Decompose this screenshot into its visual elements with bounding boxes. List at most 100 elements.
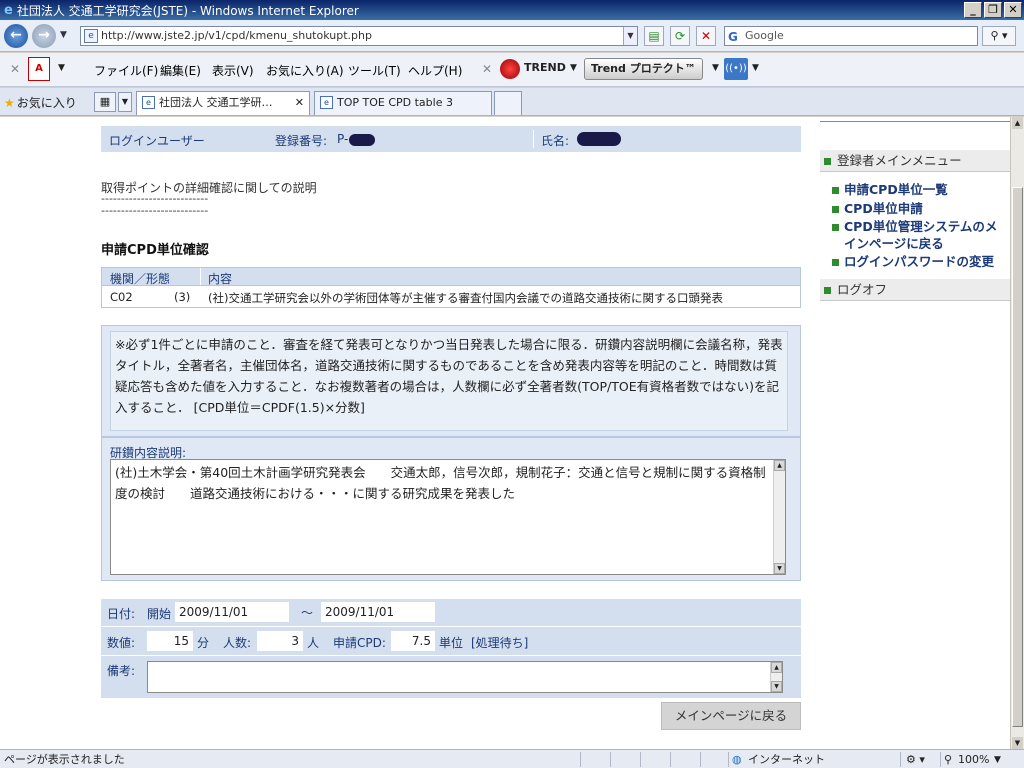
row-content: (社)交通工学研究会以外の学術団体等が主催する審査付国内会議での道路交通技術に関…	[208, 291, 723, 305]
table-header: 機関／形態 内容	[101, 267, 801, 286]
zoom-dropdown-icon[interactable]: ▼	[994, 751, 1001, 768]
back-to-main-button[interactable]: メインページに戻る	[661, 702, 801, 730]
trend-logo-text: TREND	[524, 61, 566, 74]
end-date-field[interactable]: 2009/11/01	[321, 602, 435, 622]
trend-dropdown-icon[interactable]: ▼	[570, 63, 577, 73]
tab-top-toe[interactable]: e TOP TOE CPD table 3	[314, 91, 492, 115]
remarks-label: 備考:	[107, 664, 136, 678]
address-toolbar: ← → ▼ e http://www.jste2.jp/v1/cpd/kmenu…	[0, 20, 1024, 52]
scroll-up-icon[interactable]: ▲	[771, 662, 782, 673]
trend-logo-icon	[500, 59, 520, 79]
close-trend-toolbar-icon[interactable]: ✕	[482, 62, 492, 76]
back-nav-button[interactable]: ←	[4, 24, 28, 48]
scroll-down-icon[interactable]: ▼	[771, 681, 782, 692]
registration-number-label: 登録番号:	[275, 134, 328, 148]
pdf-icon[interactable]: A	[28, 57, 50, 81]
description-value: (社)土木学会・第40回土木計画学研究発表会 交通太郎，信号次郎，規制花子：交通…	[115, 465, 766, 501]
url-input[interactable]: e http://www.jste2.jp/v1/cpd/kmenu_shuto…	[80, 26, 638, 46]
scroll-down-icon[interactable]: ▼	[1012, 737, 1023, 749]
row-code: C02	[110, 290, 133, 304]
sidebar-link-cpd-apply-label: CPD単位申請	[844, 201, 923, 216]
menu-view[interactable]: 表示(V)	[212, 62, 254, 79]
divider	[610, 752, 611, 767]
remarks-textarea[interactable]: ▲ ▼	[147, 661, 783, 693]
favorites-label: お気に入り	[16, 96, 77, 110]
description-scrollbar[interactable]: ▲ ▼	[773, 460, 785, 574]
sidebar-link-password-label: ログインパスワードの変更	[844, 254, 995, 269]
quick-tabs-icon[interactable]: ▦	[94, 92, 116, 112]
trend-protect-button[interactable]: Trend プロテクト™	[584, 58, 703, 80]
bullet-square-icon	[824, 287, 831, 294]
close-toolbar-icon[interactable]: ✕	[10, 62, 20, 76]
sidebar-link-password[interactable]: ログインパスワードの変更	[832, 253, 1007, 270]
menu-file[interactable]: ファイル(F)	[94, 62, 158, 79]
section-title: 申請CPD単位確認	[101, 243, 209, 258]
scroll-up-icon[interactable]: ▲	[774, 460, 785, 471]
sidebar-link-cpd-list[interactable]: 申請CPD単位一覧	[832, 181, 1007, 198]
refresh-icon[interactable]: ⟳	[670, 26, 690, 46]
name-label: 氏名:	[541, 134, 570, 148]
description-textarea[interactable]: (社)土木学会・第40回土木計画学研究発表会 交通太郎，信号次郎，規制花子：交通…	[110, 459, 786, 575]
tab-list-dropdown-icon[interactable]: ▼	[118, 92, 132, 112]
tab-jste[interactable]: e 社団法人 交通工学研… ✕	[136, 91, 310, 115]
protected-mode-icon[interactable]: ⚙ ▾	[906, 751, 925, 768]
window-title: 社団法人 交通工学研究会(JSTE) - Windows Internet Ex…	[16, 3, 359, 18]
page-scrollbar[interactable]: ▲ ▼	[1010, 117, 1024, 749]
new-tab-button[interactable]	[494, 91, 522, 115]
security-zone: インターネット	[748, 753, 825, 766]
login-user-label: ログインユーザー	[109, 134, 205, 148]
pdf-dropdown-icon[interactable]: ▼	[58, 63, 65, 73]
sidebar-link-cpd-apply[interactable]: CPD単位申請	[832, 200, 1007, 217]
stop-icon[interactable]: ✕	[696, 26, 716, 46]
divider	[728, 752, 729, 767]
sidebar-link-cpd-list-label: 申請CPD単位一覧	[844, 182, 948, 197]
history-dropdown-icon[interactable]: ▼	[60, 30, 67, 40]
favorites-button[interactable]: ★ お気に入り	[4, 94, 77, 111]
people-unit: 人	[307, 636, 320, 650]
minutes-field[interactable]: 15	[147, 631, 193, 651]
globe-icon: ◍	[732, 753, 742, 766]
scrollbar-thumb[interactable]	[1012, 187, 1023, 727]
people-field[interactable]: 3	[257, 631, 303, 651]
login-user-bar: ログインユーザー 登録番号: P- 氏名:	[101, 126, 801, 152]
window-controls: _ ❐ ✕	[964, 2, 1022, 18]
tab-close-icon[interactable]: ✕	[295, 92, 304, 114]
row-form: (3)	[174, 290, 191, 304]
tab-top-toe-label: TOP TOE CPD table 3	[337, 96, 453, 109]
zoom-icon[interactable]: ⚲	[944, 751, 952, 768]
tilde-separator: ～	[301, 606, 314, 620]
menu-tools[interactable]: ツール(T)	[348, 62, 401, 79]
sidebar-link-main-page[interactable]: CPD単位管理システムのメインページに戻る	[832, 218, 1007, 252]
redacted-mark	[577, 132, 621, 146]
table-row: C02 (3) (社)交通工学研究会以外の学術団体等が主催する審査付国内会議での…	[101, 286, 801, 308]
minimize-button[interactable]: _	[964, 2, 982, 18]
search-input[interactable]: G Google	[724, 26, 978, 46]
sidebar-logoff-label: ログオフ	[837, 282, 888, 297]
bullet-square-icon	[832, 259, 839, 266]
redacted-mark	[349, 134, 375, 146]
value-label: 数値:	[107, 636, 136, 650]
close-window-button[interactable]: ✕	[1004, 2, 1022, 18]
menu-favorites[interactable]: お気に入り(A)	[266, 62, 344, 79]
wifi-dropdown-icon[interactable]: ▼	[752, 63, 759, 73]
trend-protect-dropdown-icon[interactable]: ▼	[712, 63, 719, 73]
forward-nav-button[interactable]: →	[32, 24, 56, 48]
url-dropdown-icon[interactable]: ▼	[623, 27, 637, 45]
start-date-field[interactable]: 2009/11/01	[175, 602, 289, 622]
menu-edit[interactable]: 編集(E)	[160, 62, 201, 79]
zoom-level[interactable]: 100%	[958, 751, 989, 768]
scroll-down-icon[interactable]: ▼	[774, 563, 785, 574]
sidebar-logoff[interactable]: ログオフ	[820, 279, 1010, 301]
wifi-icon[interactable]: ((•))	[724, 58, 748, 80]
tab-jste-label: 社団法人 交通工学研…	[159, 96, 273, 109]
divider	[533, 130, 534, 148]
search-button[interactable]: ⚲ ▾	[982, 26, 1016, 46]
compatibility-icon[interactable]: ▤	[644, 26, 664, 46]
scroll-up-icon[interactable]: ▲	[1012, 117, 1023, 129]
remarks-scrollbar[interactable]: ▲ ▼	[770, 662, 782, 692]
sidebar-top-rule	[820, 121, 1010, 122]
menu-help[interactable]: ヘルプ(H)	[408, 62, 462, 79]
status-bar: ページが表示されました ◍ インターネット ⚙ ▾ ⚲ 100% ▼	[0, 749, 1024, 768]
maximize-button[interactable]: ❐	[984, 2, 1002, 18]
cpd-value-field[interactable]: 7.5	[391, 631, 435, 651]
